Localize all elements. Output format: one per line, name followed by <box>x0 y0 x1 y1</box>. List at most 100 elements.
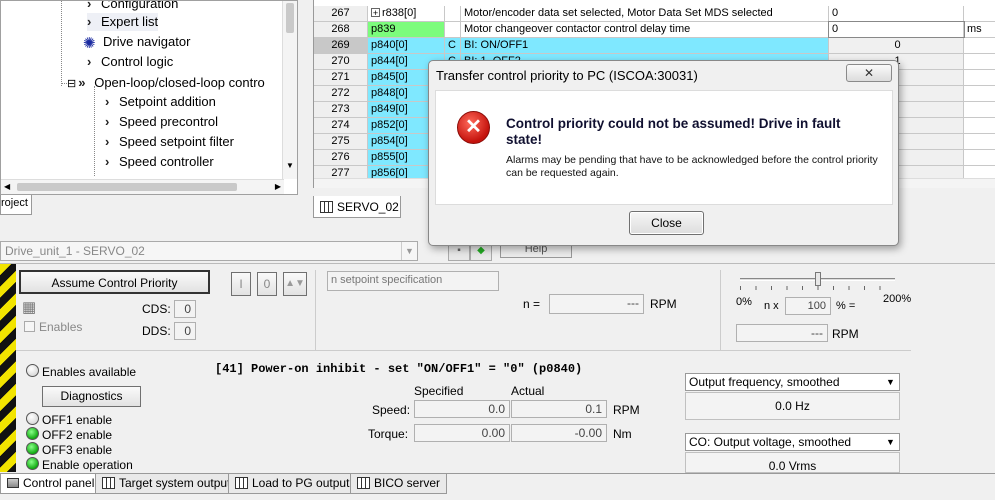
torque-unit: Nm <box>613 427 632 441</box>
row-value[interactable]: 0 <box>829 6 964 21</box>
chevron-right-icon: › <box>105 94 110 109</box>
row-number-text: 270 <box>331 55 350 67</box>
dialog-title: Transfer control priority to PC (ISCOA:3… <box>436 68 698 83</box>
chevron-down-icon[interactable]: ▼ <box>401 242 417 260</box>
row-number: 276 <box>314 150 368 165</box>
cds-field: 0 <box>174 300 196 318</box>
tab-project[interactable]: roject <box>0 195 32 215</box>
fault-dialog: Transfer control priority to PC (ISCOA:3… <box>428 60 899 246</box>
dialog-close-icon[interactable]: ✕ <box>846 64 892 82</box>
warning-stripe <box>0 264 16 472</box>
row-unit: ms <box>964 22 995 37</box>
tab-load-to-pg-output[interactable]: Load to PG output <box>228 474 357 494</box>
tree-item-setpoint-addition[interactable]: › Setpoint addition <box>105 93 216 111</box>
speed-slider[interactable] <box>740 272 895 290</box>
scroll-thumb[interactable] <box>17 183 237 191</box>
slider-max-label: 200% <box>883 293 912 305</box>
table-row[interactable]: 267 + r838[0] Motor/encoder data set select… <box>314 6 995 22</box>
on-button[interactable]: I <box>231 272 251 296</box>
divider <box>315 270 316 350</box>
n-value-field: --- <box>549 294 644 314</box>
row-number: 267 <box>314 6 368 21</box>
speed-label: Speed: <box>372 403 411 417</box>
chevron-right-icon: › <box>87 14 92 29</box>
row-value[interactable]: 0 <box>829 38 964 53</box>
row-unit <box>964 134 995 149</box>
close-button[interactable]: Close <box>629 211 704 235</box>
tree-item-control-logic[interactable]: › Control logic <box>87 53 173 71</box>
table-row[interactable]: 268 p839 Motor changeover contactor contro… <box>314 21 995 38</box>
table-row[interactable]: 269 p840[0] C BI: ON/OFF1 0 <box>314 38 995 54</box>
project-tree[interactable]: › Configuration › Expert list ✺ Drive navig… <box>0 0 298 195</box>
row-unit <box>964 150 995 165</box>
speed-actual-field: 0.1 <box>511 400 607 418</box>
chevron-down-icon[interactable]: ▼ <box>883 435 898 449</box>
enable-operation-label: Enable operation <box>42 458 133 472</box>
tab-control-panel[interactable]: Control panel <box>0 474 102 494</box>
torque-specified-field: 0.00 <box>414 424 510 442</box>
jog-button[interactable]: ▲▼ <box>283 272 307 296</box>
row-number-text: 276 <box>331 151 350 163</box>
row-value-text: 0 <box>832 7 839 19</box>
scroll-thumb[interactable] <box>286 3 294 33</box>
enables-checkbox[interactable]: Enables <box>24 320 82 334</box>
off2-enable-led <box>26 427 39 440</box>
row-number-text: 268 <box>331 23 350 35</box>
tree-vertical-scrollbar[interactable]: ▼ <box>282 1 297 179</box>
scroll-right-arrow-icon[interactable]: ▶ <box>275 182 281 191</box>
tree-horizontal-scrollbar[interactable]: ◀ ▶ <box>1 179 284 194</box>
tree-item-drive-navigator[interactable]: ✺ Drive navigator <box>83 33 190 51</box>
row-value[interactable]: 0 <box>828 21 965 38</box>
tree-item-expert-list[interactable]: › Expert list <box>87 13 159 31</box>
row-number: 272 <box>314 86 368 101</box>
n-label: n = <box>523 297 541 311</box>
row-description-text: Motor/encoder data set selected, Motor D… <box>464 7 773 19</box>
row-number: 274 <box>314 118 368 133</box>
output-voltage-select[interactable]: CO: Output voltage, smoothed ▼ <box>685 433 900 451</box>
control-panel-icon <box>7 478 19 488</box>
n-unit: RPM <box>650 297 677 311</box>
tree-item-speed-precontrol[interactable]: › Speed precontrol <box>105 113 218 131</box>
drive-select[interactable]: Drive_unit_1 - SERVO_02 ▼ <box>0 241 418 261</box>
chevron-down-icon[interactable]: ▼ <box>883 375 898 389</box>
scroll-left-arrow-icon[interactable]: ◀ <box>4 182 10 191</box>
row-parameter-text: p855[0] <box>371 151 408 163</box>
row-data-set <box>445 22 461 37</box>
row-number: 269 <box>314 38 368 53</box>
tree-item-speed-setpoint-filter[interactable]: › Speed setpoint filter <box>105 133 234 151</box>
expand-icon[interactable]: + <box>371 8 380 18</box>
slider-thumb[interactable] <box>814 272 821 286</box>
assume-control-priority-button[interactable]: Assume Control Priority <box>19 270 210 294</box>
tree-item-speed-controller[interactable]: › Speed controller <box>105 153 214 171</box>
row-number-text: 267 <box>331 7 350 19</box>
tree-line <box>61 1 62 86</box>
cds-label: CDS: <box>142 302 171 316</box>
row-number-text: 272 <box>331 87 350 99</box>
tab-bico-server[interactable]: BICO server <box>350 474 448 494</box>
row-description: Motor/encoder data set selected, Motor D… <box>461 6 829 21</box>
diagnostics-button[interactable]: Diagnostics <box>42 386 141 407</box>
tab-servo-02[interactable]: SERVO_02 <box>313 196 401 218</box>
table-icon <box>102 477 115 489</box>
row-description-text: Motor changeover contactor control delay… <box>464 23 691 35</box>
scroll-down-arrow-icon[interactable]: ▼ <box>286 161 294 170</box>
output-frequency-select[interactable]: Output frequency, smoothed ▼ <box>685 373 900 391</box>
off3-enable-label: OFF3 enable <box>42 443 113 457</box>
row-number: 271 <box>314 70 368 85</box>
collapse-icon[interactable]: ⊟ <box>67 78 76 90</box>
off-button[interactable]: 0 <box>257 272 277 296</box>
rpm-value-field: --- <box>736 324 828 342</box>
tree-item-configuration[interactable]: › Configuration <box>87 1 178 13</box>
divider <box>720 270 721 350</box>
dialog-body: ✕ Control priority could not be assumed!… <box>435 90 893 205</box>
table-icon <box>357 477 370 489</box>
tab-target-system-output[interactable]: Target system output <box>95 474 238 494</box>
nx-field[interactable]: 100 <box>785 297 831 315</box>
row-unit <box>964 6 995 21</box>
output-frequency-value: 0.0 Hz <box>685 392 900 420</box>
setpoint-spec-field[interactable]: n setpoint specification <box>327 271 499 291</box>
row-parameter-text: p852[0] <box>371 119 408 131</box>
enables-available-label: Enables available <box>42 365 137 379</box>
tree-item-open-loop-closed-loop[interactable]: ⊟» Open-loop/closed-loop contro <box>67 74 265 93</box>
rpm-unit: RPM <box>832 327 859 341</box>
